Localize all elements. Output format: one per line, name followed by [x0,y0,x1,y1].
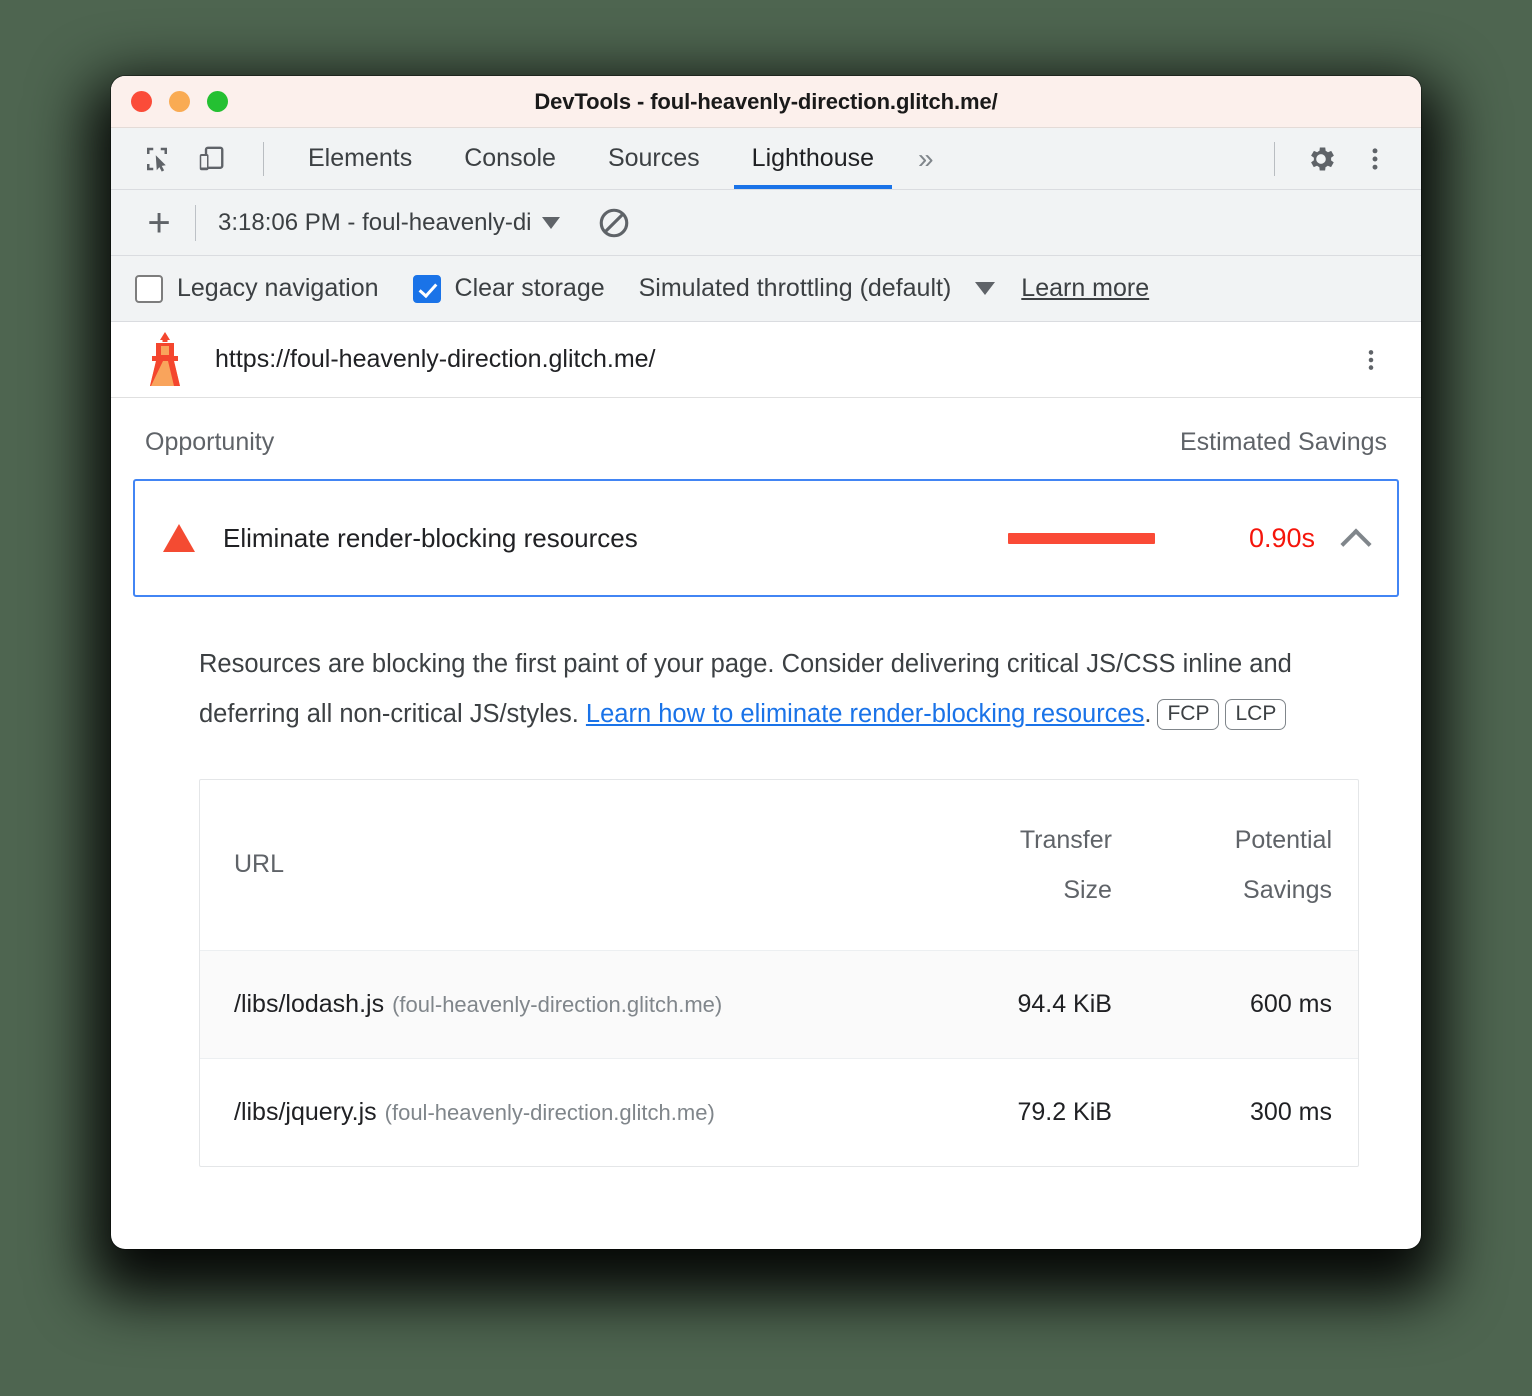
cell-potential-savings: 600 ms [1137,949,1358,1059]
resource-origin: (foul-heavenly-direction.glitch.me) [384,1099,715,1125]
toolbar-divider [263,142,264,176]
new-report-button[interactable]: + [137,203,181,243]
toolbar-divider-right [1274,141,1275,176]
tab-console[interactable]: Console [438,128,582,189]
report-url: https://foul-heavenly-direction.glitch.m… [215,345,656,373]
table-head: URL Transfer Size Potential Savings [200,780,1358,950]
devtools-tabbar: Elements Console Sources Lighthouse » [111,128,1421,190]
devtools-window: DevTools - foul-heavenly-direction.glitc… [111,76,1421,1249]
legacy-navigation-checkbox[interactable]: Legacy navigation [135,274,379,303]
metric-badge-fcp: FCP [1157,699,1220,730]
resource-path: /libs/lodash.js [234,989,385,1018]
clear-storage-checkbox[interactable]: Clear storage [412,274,605,303]
table-header-row: URL Transfer Size Potential Savings [200,780,1358,950]
metric-badge-lcp: LCP [1225,699,1287,730]
resource-origin: (foul-heavenly-direction.glitch.me) [392,991,723,1017]
report-options-kebab-icon[interactable] [1349,336,1393,384]
tab-elements[interactable]: Elements [282,128,438,189]
report-urlbar: https://foul-heavenly-direction.glitch.m… [111,322,1421,398]
header-transfer-size: Transfer Size [918,780,1138,950]
cell-transfer-size: 94.4 KiB [917,949,1138,1059]
device-toolbar-icon[interactable] [191,139,231,179]
window-titlebar: DevTools - foul-heavenly-direction.glitc… [111,76,1421,128]
resource-path: /libs/jquery.js [234,1097,377,1126]
opportunity-column-header: Opportunity [145,428,275,456]
more-options-kebab-icon[interactable] [1351,135,1399,183]
estimated-savings-column-header: Estimated Savings [1179,428,1387,456]
more-tabs-chevron-icon[interactable]: » [900,128,952,189]
warning-triangle-icon [163,524,195,552]
lighthouse-settings-bar: Legacy navigation Clear storage Simulate… [111,256,1421,322]
header-potential-savings-line1: Potential [1234,825,1332,854]
header-url: URL [234,850,285,879]
lighthouse-icon [139,331,191,389]
checkbox-box [135,274,163,303]
block-icon[interactable] [592,201,636,245]
lighthouse-report: Opportunity Estimated Savings Eliminate … [111,398,1421,1167]
header-transfer-size-line2: Size [1063,875,1112,904]
tab-label: Elements [308,144,413,172]
tabbar-left-icons [111,128,264,189]
learn-how-link[interactable]: Learn how to eliminate render-blocking r… [586,700,1144,728]
report-select-value: 3:18:06 PM - foul-heavenly-di [218,208,532,236]
panel-tabs: Elements Console Sources Lighthouse » [282,128,952,189]
learn-more-link[interactable]: Learn more [1021,274,1149,303]
cell-url: /libs/jquery.js (foul-heavenly-direction.… [200,1058,918,1166]
checkbox-box-checked [412,274,441,303]
render-blocking-resources-table: URL Transfer Size Potential Savings /lib… [199,779,1359,1167]
table-body: /libs/lodash.js (foul-heavenly-direction.… [200,949,1358,1166]
chevron-down-icon [541,216,560,229]
inspect-element-icon[interactable] [137,139,177,179]
header-transfer-size-line1: Transfer [1019,825,1112,854]
description-suffix: . [1144,700,1152,728]
lighthouse-run-toolbar: + 3:18:06 PM - foul-heavenly-di [111,190,1421,256]
throttling-label: Simulated throttling (default) [638,274,952,302]
savings-value: 0.90s [1248,522,1315,553]
window-title: DevTools - foul-heavenly-direction.glitc… [534,88,998,114]
opportunity-description: Resources are blocking the first paint o… [199,639,1327,739]
cell-potential-savings: 300 ms [1250,1097,1332,1126]
savings-bar [1008,532,1155,544]
chevron-up-icon[interactable] [1343,524,1371,552]
tabbar-right-icons [1274,128,1421,189]
report-select[interactable]: 3:18:06 PM - foul-heavenly-di [218,209,560,237]
tab-label: Lighthouse [751,144,874,172]
report-column-headers: Opportunity Estimated Savings [133,398,1399,479]
table-row[interactable]: /libs/lodash.js (foul-heavenly-direction.… [200,949,1358,1059]
legacy-navigation-label: Legacy navigation [177,274,379,302]
chevron-down-icon[interactable] [975,282,996,295]
runbar-divider [195,204,196,241]
tab-sources[interactable]: Sources [582,128,726,189]
clear-storage-label: Clear storage [454,274,605,302]
opportunity-title: Eliminate render-blocking resources [223,522,638,553]
cell-url: /libs/lodash.js (foul-heavenly-direction.… [200,949,918,1059]
tab-label: Sources [607,144,700,172]
header-potential-savings: Potential Savings [1138,780,1358,950]
cell-transfer-size: 79.2 KiB [1017,1097,1112,1126]
opportunity-row[interactable]: Eliminate render-blocking resources 0.90… [133,479,1399,597]
header-potential-savings-line2: Savings [1243,875,1332,904]
tab-lighthouse[interactable]: Lighthouse [726,128,900,189]
table-row[interactable]: /libs/jquery.js (foul-heavenly-direction.… [200,1058,1358,1166]
settings-gear-icon[interactable] [1297,135,1345,183]
tab-label: Console [464,144,556,172]
